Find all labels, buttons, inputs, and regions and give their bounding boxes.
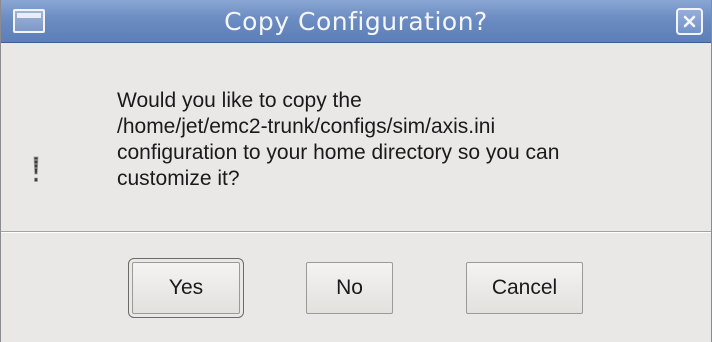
close-button[interactable]: [676, 8, 703, 35]
separator: [1, 231, 711, 233]
window-title: Copy Configuration?: [224, 7, 488, 36]
no-button[interactable]: No: [306, 262, 393, 314]
warning-icon: [33, 156, 39, 182]
dialog-window: Copy Configuration? Would you like to co…: [0, 0, 712, 342]
message-line: configuration to your home directory so …: [117, 141, 560, 164]
close-icon: [683, 15, 696, 28]
message-line: /home/jet/emc2-trunk/configs/sim/axis.in…: [117, 115, 496, 138]
message-text: Would you like to copy the /home/jet/emc…: [117, 88, 697, 192]
message-area: Would you like to copy the /home/jet/emc…: [1, 43, 711, 231]
message-line: customize it?: [117, 167, 240, 190]
message-line: Would you like to copy the: [117, 89, 362, 112]
yes-button[interactable]: Yes: [128, 258, 244, 318]
title-bar[interactable]: Copy Configuration?: [1, 0, 711, 43]
cancel-button[interactable]: Cancel: [466, 262, 583, 314]
